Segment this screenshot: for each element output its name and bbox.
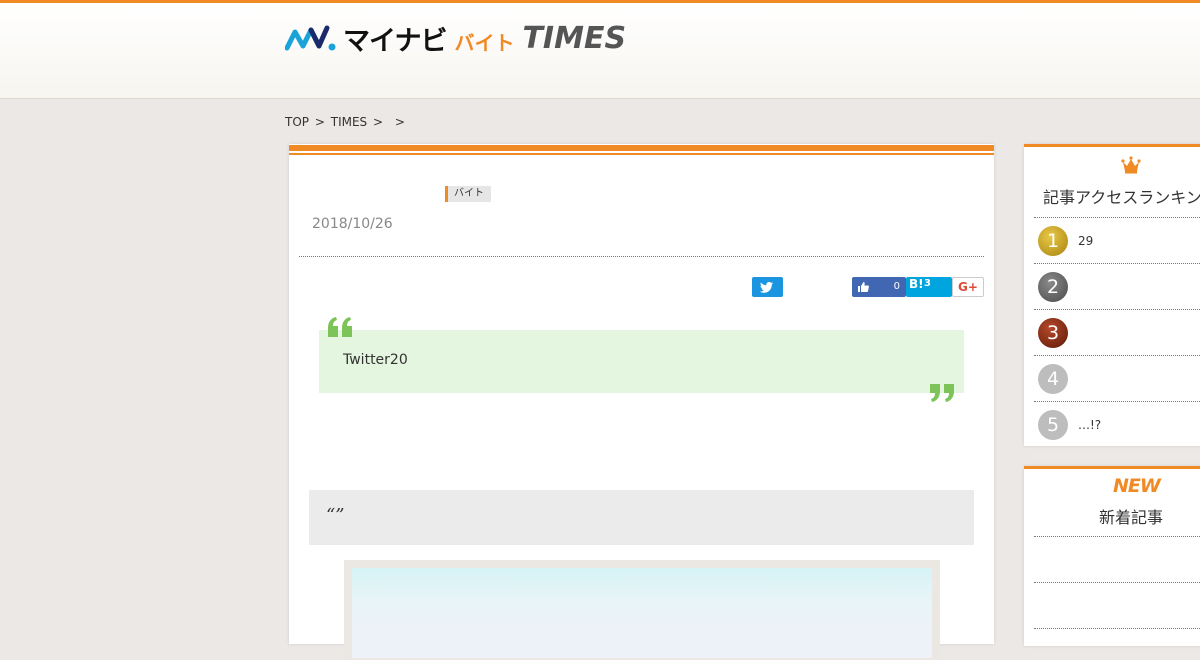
article-date: 2018/10/26 xyxy=(312,216,393,232)
article-image xyxy=(352,568,932,658)
hatena-bookmark-button[interactable]: B! 3 xyxy=(906,277,952,297)
ranking-item-title: …!? xyxy=(1078,418,1102,432)
article-accent-bar xyxy=(289,145,994,151)
new-article-item[interactable] xyxy=(1034,628,1200,629)
ranking-accent-bar xyxy=(1024,144,1200,147)
new-articles-accent-bar xyxy=(1024,466,1200,469)
rank-badge: 5 xyxy=(1038,410,1068,440)
breadcrumb: TOP > TIMES > > xyxy=(285,115,407,129)
new-article-item[interactable] xyxy=(1034,582,1200,583)
close-quote-icon xyxy=(930,384,954,402)
breadcrumb-separator: > xyxy=(394,115,405,129)
new-badge: NEW xyxy=(1113,475,1161,497)
quote-box: Twitter20 xyxy=(319,330,964,393)
article-card: バイト 2018/10/26 0 B! 3 G+ Twitter20 “” xyxy=(289,144,994,660)
ranking-item[interactable]: 1 29 xyxy=(1034,217,1200,264)
breadcrumb-top-link[interactable]: TOP xyxy=(285,115,309,129)
facebook-like-button[interactable]: 0 xyxy=(852,277,906,297)
rank-badge: 4 xyxy=(1038,364,1068,394)
category-tag[interactable]: バイト xyxy=(445,186,491,202)
ranking-item[interactable]: 4 xyxy=(1034,355,1200,402)
logo-mynavi-text: マイナビ xyxy=(343,25,447,57)
article-image-frame xyxy=(344,560,940,660)
article-accent-line xyxy=(289,153,994,155)
section-heading-text: “” xyxy=(326,505,345,526)
section-heading: “” xyxy=(309,490,974,545)
twitter-share-button[interactable] xyxy=(752,277,783,297)
ranking-item[interactable]: 3 xyxy=(1034,309,1200,356)
mynavi-logo-mark-icon xyxy=(285,25,336,51)
google-plus-button[interactable]: G+ xyxy=(952,277,984,297)
crown-icon xyxy=(1121,156,1141,174)
rank-badge: 2 xyxy=(1038,272,1068,302)
rank-badge: 3 xyxy=(1038,318,1068,348)
ranking-item[interactable]: 5 …!? xyxy=(1034,401,1200,448)
divider xyxy=(299,256,984,257)
breadcrumb-separator: > xyxy=(314,115,325,129)
breadcrumb-separator: > xyxy=(372,115,384,129)
new-articles-widget: NEW 新着記事 xyxy=(1024,466,1200,646)
new-articles-title: 新着記事 xyxy=(1099,508,1164,527)
ranking-widget: 記事アクセスランキング 1 29 2 3 4 5 …!? xyxy=(1024,144,1200,446)
hatena-icon: B! xyxy=(909,277,924,291)
twitter-bird-icon xyxy=(759,281,774,293)
like-count: 0 xyxy=(893,281,900,292)
thumbs-up-icon xyxy=(858,282,869,292)
logo-times-text: TIMES xyxy=(522,20,627,56)
rank-badge: 1 xyxy=(1038,226,1068,256)
site-logo[interactable]: マイナビ バイト TIMES xyxy=(285,19,626,57)
open-quote-icon xyxy=(328,317,352,337)
hatena-count: 3 xyxy=(924,278,931,289)
ranking-item-title: 29 xyxy=(1078,234,1094,248)
new-article-item[interactable] xyxy=(1034,536,1200,537)
quote-text: Twitter20 xyxy=(343,352,408,368)
ranking-title: 記事アクセスランキング xyxy=(1043,188,1200,207)
site-header: マイナビ バイト TIMES xyxy=(0,3,1200,99)
logo-baito-text: バイト xyxy=(454,30,515,55)
ranking-item[interactable]: 2 xyxy=(1034,263,1200,310)
breadcrumb-times-link[interactable]: TIMES xyxy=(331,115,367,129)
